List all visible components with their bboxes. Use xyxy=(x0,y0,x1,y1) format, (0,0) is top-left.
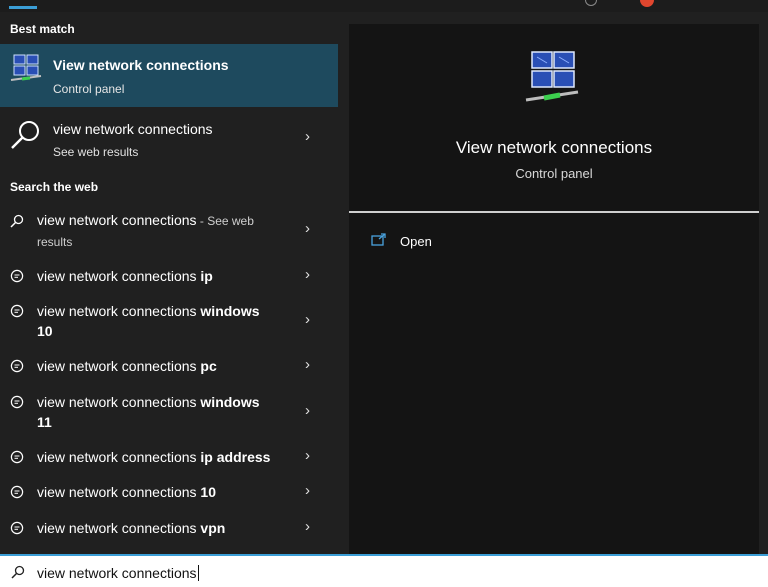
web-result-title: view network connections xyxy=(53,121,213,137)
chat-icon xyxy=(10,304,24,318)
search-input[interactable]: view network connections xyxy=(37,565,199,581)
chat-icon xyxy=(10,485,24,499)
chevron-right-icon: › xyxy=(305,311,310,328)
search-icon xyxy=(10,214,24,228)
search-icon xyxy=(11,121,39,149)
suggestion-text: view network connections xyxy=(37,520,201,536)
chat-icon xyxy=(10,359,24,373)
network-connections-icon xyxy=(10,54,42,81)
top-strip xyxy=(0,0,768,12)
suggestion-text: view network connections xyxy=(37,303,201,319)
suggestion-text: view network connections xyxy=(37,212,197,228)
chat-icon xyxy=(10,269,24,283)
active-tab-indicator xyxy=(9,6,37,9)
best-match-subtitle: Control panel xyxy=(53,82,125,96)
suggestion-text: view network connections xyxy=(37,449,201,465)
suggestion-text: view network connections xyxy=(37,484,201,500)
network-connections-large-icon xyxy=(525,51,579,102)
chevron-right-icon: › xyxy=(305,518,310,535)
suggestion-text: view network connections xyxy=(37,268,201,284)
search-web-heading: Search the web xyxy=(10,180,99,194)
suggestion-item[interactable]: view network connections 10 › xyxy=(0,480,338,506)
search-icon xyxy=(11,565,25,579)
results-list: Best match View network connections Cont… xyxy=(0,12,338,554)
open-external-icon xyxy=(371,233,386,246)
web-result-subtitle: See web results xyxy=(53,145,139,159)
preview-subtitle: Control panel xyxy=(515,166,593,181)
preview-title: View network connections xyxy=(455,138,653,157)
chevron-right-icon: › xyxy=(305,482,310,499)
text-caret xyxy=(197,565,199,581)
chevron-right-icon: › xyxy=(305,356,310,373)
suggestion-bold: pc xyxy=(200,358,217,374)
chevron-right-icon: › xyxy=(305,128,310,145)
suggestion-text: view network connections xyxy=(37,358,201,374)
preview-pane: View network connections Control panel O… xyxy=(338,12,768,554)
chat-icon xyxy=(10,395,24,409)
chevron-right-icon: › xyxy=(305,220,310,237)
search-input-value: view network connections xyxy=(37,565,197,581)
suggestion-item[interactable]: view network connections windows 11 › xyxy=(0,390,338,436)
web-result-item[interactable]: view network connections See web results… xyxy=(0,107,338,167)
suggestion-bold: ip address xyxy=(200,449,271,465)
suggestion-item[interactable]: view network connections vpn › xyxy=(0,516,338,542)
search-bar[interactable]: view network connections xyxy=(0,554,768,587)
open-label: Open xyxy=(400,234,432,249)
divider xyxy=(349,211,759,213)
best-match-title: View network connections xyxy=(53,57,229,73)
suggestion-item[interactable]: view network connections ip address › xyxy=(0,445,338,471)
chat-icon xyxy=(10,450,24,464)
best-match-heading: Best match xyxy=(10,22,75,36)
chevron-right-icon: › xyxy=(305,266,310,283)
suggestion-item[interactable]: view network connections windows 10 › xyxy=(0,299,338,345)
suggestion-text: view network connections xyxy=(37,394,201,410)
suggestion-bold: ip xyxy=(200,268,213,284)
profile-circle-icon[interactable] xyxy=(585,0,597,6)
suggestion-item[interactable]: view network connections ip › xyxy=(0,264,338,290)
open-action[interactable]: Open xyxy=(371,231,491,253)
notification-badge-icon[interactable] xyxy=(640,0,654,7)
best-match-item[interactable] xyxy=(0,44,338,107)
suggestion-item[interactable]: view network connections - See web resul… xyxy=(0,206,338,254)
suggestion-bold: vpn xyxy=(200,520,226,536)
suggestion-bold: 10 xyxy=(200,484,216,500)
chat-icon xyxy=(10,521,24,535)
chevron-right-icon: › xyxy=(305,447,310,464)
preview-card: View network connections Control panel O… xyxy=(349,24,759,554)
suggestion-item[interactable]: view network connections pc › xyxy=(0,354,338,380)
chevron-right-icon: › xyxy=(305,402,310,419)
